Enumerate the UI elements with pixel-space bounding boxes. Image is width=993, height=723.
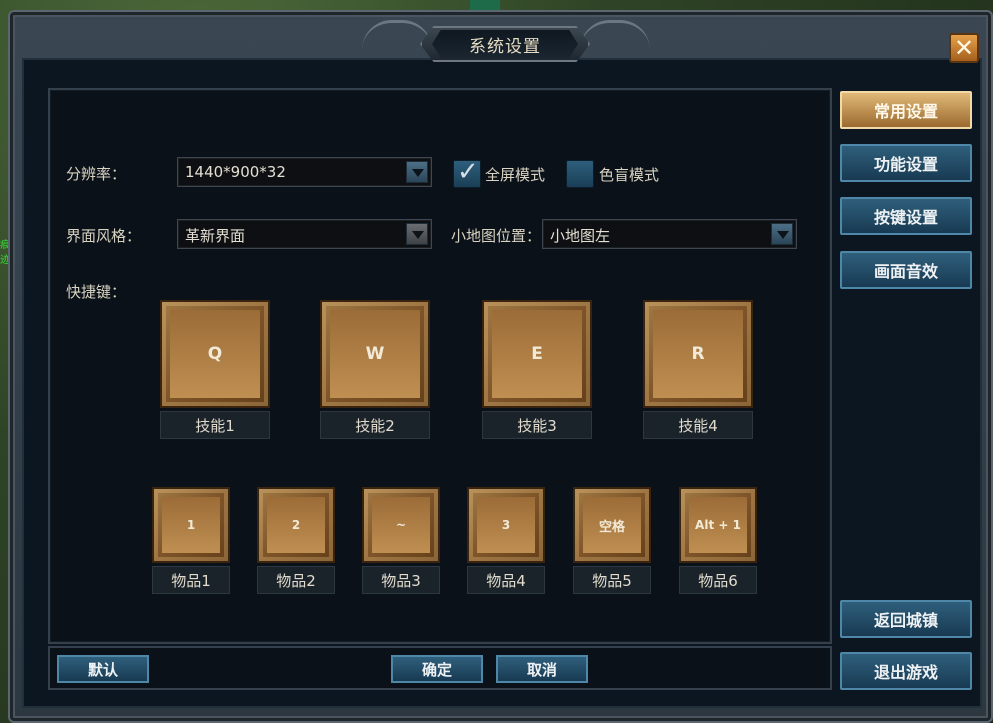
item-caption-5: 物品5 <box>573 566 651 594</box>
minimap-value: 小地图左 <box>550 227 611 245</box>
tab-graphics-audio[interactable]: 画面音效 <box>840 251 972 289</box>
item-caption-4: 物品4 <box>467 566 545 594</box>
skill-key-label: W <box>330 310 420 398</box>
colorblind-checkbox[interactable] <box>566 160 594 188</box>
ui-style-select[interactable]: 革新界面 <box>177 219 432 249</box>
tab-keybindings[interactable]: 按键设置 <box>840 197 972 235</box>
hotkeys-label: 快捷键： <box>66 283 127 301</box>
return-town-button[interactable]: 返回城镇 <box>840 600 972 638</box>
skill-key-3[interactable]: E <box>482 300 592 408</box>
item-key-1[interactable]: 1 <box>152 487 230 563</box>
exit-game-button[interactable]: 退出游戏 <box>840 652 972 690</box>
skill-key-label: Q <box>170 310 260 398</box>
item-key-label: 空格 <box>583 497 641 553</box>
item-caption-1: 物品1 <box>152 566 230 594</box>
resolution-value: 1440*900*32 <box>185 163 286 181</box>
skill-key-label: E <box>492 310 582 398</box>
skill-key-4[interactable]: R <box>643 300 753 408</box>
checkmark-icon: ✓ <box>457 157 479 187</box>
close-icon: ✕ <box>953 34 975 62</box>
tab-general[interactable]: 常用设置 <box>840 91 972 129</box>
item-key-label: ~ <box>372 497 430 553</box>
confirm-button[interactable]: 确定 <box>391 655 483 683</box>
skill-caption-3: 技能3 <box>482 411 592 439</box>
item-key-5[interactable]: 空格 <box>573 487 651 563</box>
item-caption-2: 物品2 <box>257 566 335 594</box>
fullscreen-label: 全屏模式 <box>485 166 546 184</box>
colorblind-label: 色盲模式 <box>599 166 660 184</box>
resolution-select[interactable]: 1440*900*32 <box>177 157 432 187</box>
item-key-3[interactable]: ~ <box>362 487 440 563</box>
skill-caption-4: 技能4 <box>643 411 753 439</box>
item-key-6[interactable]: Alt + 1 <box>679 487 757 563</box>
ui-style-label: 界面风格： <box>66 227 142 245</box>
default-button[interactable]: 默认 <box>57 655 149 683</box>
window-title: 系统设置 <box>432 30 578 58</box>
title-ornament-right <box>580 20 650 66</box>
item-caption-6: 物品6 <box>679 566 757 594</box>
item-key-label: 1 <box>162 497 220 553</box>
minimap-label: 小地图位置： <box>451 227 542 245</box>
item-key-label: Alt + 1 <box>689 497 747 553</box>
item-key-2[interactable]: 2 <box>257 487 335 563</box>
close-button[interactable]: ✕ <box>949 33 979 63</box>
item-key-label: 3 <box>477 497 535 553</box>
cancel-button[interactable]: 取消 <box>496 655 588 683</box>
skill-key-1[interactable]: Q <box>160 300 270 408</box>
ui-style-value: 革新界面 <box>185 227 246 245</box>
tab-features[interactable]: 功能设置 <box>840 144 972 182</box>
chevron-down-icon <box>406 161 428 183</box>
item-key-label: 2 <box>267 497 325 553</box>
skill-caption-2: 技能2 <box>320 411 430 439</box>
chevron-down-icon <box>771 223 793 245</box>
skill-caption-1: 技能1 <box>160 411 270 439</box>
item-caption-3: 物品3 <box>362 566 440 594</box>
fullscreen-checkbox[interactable]: ✓ <box>453 157 481 188</box>
minimap-select[interactable]: 小地图左 <box>542 219 797 249</box>
chevron-down-icon <box>406 223 428 245</box>
item-key-4[interactable]: 3 <box>467 487 545 563</box>
skill-key-2[interactable]: W <box>320 300 430 408</box>
resolution-label: 分辨率： <box>66 165 127 183</box>
skill-key-label: R <box>653 310 743 398</box>
